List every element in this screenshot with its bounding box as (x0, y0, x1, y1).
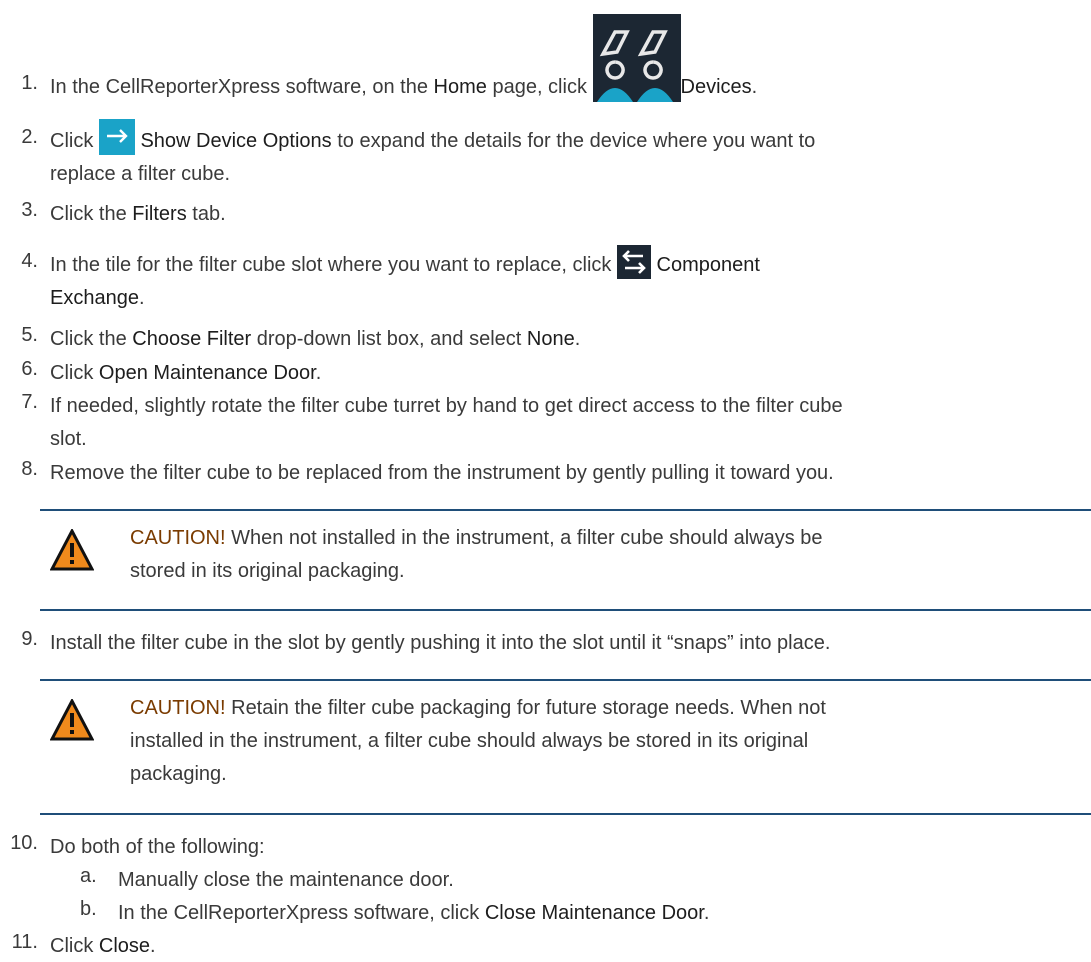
step-number: 11. (11, 931, 38, 953)
step-number: 1. (21, 72, 38, 94)
caution-icon (49, 697, 95, 747)
exchange-label: Exchange (50, 287, 139, 309)
close-label: Close (98, 935, 151, 957)
caution-icon (49, 527, 95, 577)
caution-label: CAUTION! (130, 697, 226, 719)
caution-note: CAUTION! Retain the filter cube packagin… (40, 693, 1091, 815)
show-device-options-label: Show Device Options (140, 130, 332, 152)
choose-filter-label: Choose Filter (132, 328, 252, 350)
step-number: 7. (21, 391, 38, 413)
step-number: 3. (21, 199, 38, 221)
caution-top-rule (40, 679, 1091, 681)
component-exchange-icon (616, 244, 651, 279)
none-label: None (526, 328, 575, 350)
arrow-right-icon (98, 118, 135, 155)
step-number: 4. (21, 250, 38, 272)
step-number: 2. (21, 126, 38, 148)
caution-top-rule (40, 509, 1091, 511)
caution-label: CAUTION! (130, 527, 226, 549)
caution-note: CAUTION! When not installed in the instr… (40, 523, 1091, 611)
step-number: 6. (21, 358, 38, 380)
filters-label: Filters (132, 203, 187, 225)
open-maintenance-door-label: Open Maintenance Door (98, 362, 316, 384)
instruction-page: 1. In the CellReporterXpress software, o… (0, 0, 1091, 957)
component-label: Component (656, 254, 760, 276)
step-number: 8. (21, 458, 38, 480)
devices-icon (592, 13, 681, 102)
step-number: 10. (10, 832, 38, 854)
home-label: Home (433, 76, 487, 98)
step-number: 5. (21, 324, 38, 346)
step-text: In the CellReporterXpress software, on t… (50, 13, 1091, 103)
close-maintenance-door-label: Close Maintenance Door (484, 902, 704, 924)
devices-label: Devices (680, 76, 752, 98)
step-number: 9. (21, 628, 38, 650)
